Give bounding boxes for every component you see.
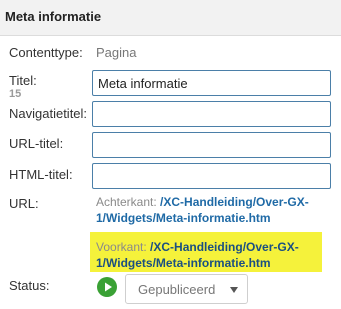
status-label: Status: — [9, 278, 50, 293]
navigatietitel-input[interactable] — [92, 101, 331, 127]
url-titel-input[interactable] — [92, 132, 331, 158]
url-achterkant: Achterkant: /XC-Handleiding/Over-GX- 1/W… — [96, 194, 336, 226]
status-selected-value: Gepubliceerd — [138, 282, 216, 297]
url-achterkant-link-line2[interactable]: 1/Widgets/Meta-informatie.htm — [96, 211, 271, 225]
url-voorkant: Voorkant: /XC-Handleiding/Over-GX- 1/Wid… — [96, 239, 336, 271]
status-play-button[interactable] — [97, 277, 117, 297]
url-voorkant-link-line1[interactable]: /XC-Handleiding/Over-GX- — [150, 240, 299, 254]
navigatietitel-label: Navigatietitel: — [9, 106, 88, 121]
url-titel-label: URL-titel: — [9, 136, 64, 151]
status-select[interactable]: Gepubliceerd — [125, 274, 248, 304]
url-voorkant-link-line2[interactable]: 1/Widgets/Meta-informatie.htm — [96, 256, 271, 270]
titel-input[interactable] — [92, 70, 331, 96]
url-achterkant-link-line1[interactable]: /XC-Handleiding/Over-GX- — [160, 195, 309, 209]
html-titel-input[interactable] — [92, 163, 331, 189]
url-label: URL: — [9, 196, 39, 211]
contenttype-value: Pagina — [96, 45, 137, 60]
contenttype-label: Contenttype: — [9, 45, 83, 60]
url-voorkant-prefix: Voorkant: — [96, 240, 151, 254]
panel-header: Meta informatie — [0, 0, 341, 36]
play-icon — [105, 282, 112, 292]
url-achterkant-prefix: Achterkant: — [96, 195, 161, 209]
titel-char-counter: 15 — [9, 88, 22, 100]
titel-label: Titel: — [9, 73, 37, 88]
html-titel-label: HTML-titel: — [9, 167, 73, 182]
panel-title: Meta informatie — [5, 9, 102, 24]
chevron-down-icon — [230, 287, 238, 293]
